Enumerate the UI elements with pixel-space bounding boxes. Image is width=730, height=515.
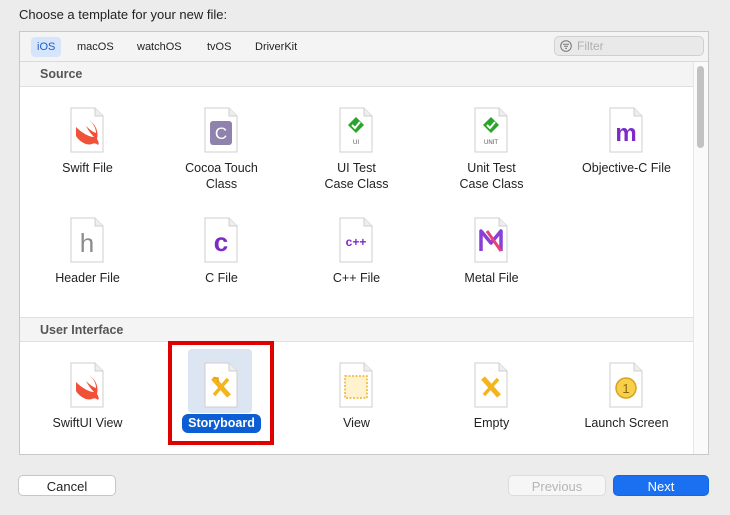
template-c-file[interactable]: c C File [154,207,289,312]
unit-glyph: UNIT [484,140,498,146]
cpp-file-icon: c++ [339,217,373,263]
launch-screen-icon: 1 [609,362,643,408]
c-glyph: c [214,227,228,257]
template-swiftui-view[interactable]: SwiftUI View [20,352,155,454]
cocoa-touch-glyph: C [215,124,227,143]
template-label: Empty [473,416,510,430]
template-label: Metal File [464,271,519,285]
section-header-source: Source [20,62,694,87]
swift-file-icon [70,107,104,153]
template-metal-file[interactable]: Metal File [424,207,559,312]
template-cpp-file[interactable]: c++ C++ File [289,207,424,312]
section-title-user-interface: User Interface [40,323,124,337]
objective-c-file-icon: m [609,107,643,153]
selection-annotation-box [168,341,274,445]
template-label: View [343,416,370,430]
c-file-icon: c [204,217,238,263]
section-header-user-interface: User Interface [20,317,694,342]
previous-button[interactable]: Previous [508,475,606,496]
template-label: Header File [55,271,120,285]
unit-test-case-icon: UNIT [474,107,508,153]
template-swift-file[interactable]: Swift File [20,97,155,202]
tab-macos[interactable]: macOS [71,37,120,57]
template-ui-test-case-class[interactable]: UI UI Test Case Class [289,97,424,202]
next-button[interactable]: Next [613,475,709,496]
cocoa-touch-class-icon: C [204,107,238,153]
template-objective-c-file[interactable]: m Objective-C File [559,97,694,202]
ui-glyph: UI [353,140,359,146]
launch-glyph: 1 [622,381,629,396]
empty-xib-icon [474,362,508,408]
template-label: Unit Test Case Class [459,161,524,191]
scrollbar-thumb[interactable] [697,66,704,148]
section-title-source: Source [40,67,83,81]
template-launch-screen[interactable]: 1 Launch Screen [559,352,694,454]
view-xib-icon [339,362,373,408]
template-label: Swift File [62,161,113,175]
template-label: UI Test Case Class [324,161,389,191]
template-label: Cocoa Touch Class [185,161,258,191]
platform-tab-bar: iOS macOS watchOS tvOS DriverKit Filter [20,32,708,62]
tab-tvos[interactable]: tvOS [201,37,237,57]
tab-watchos[interactable]: watchOS [131,37,188,57]
filter-icon [560,40,572,52]
dialog-title: Choose a template for your new file: [19,7,228,22]
ui-test-case-icon: UI [339,107,373,153]
tab-ios[interactable]: iOS [31,37,62,57]
template-header-file[interactable]: h Header File [20,207,155,312]
template-label: C File [205,271,238,285]
vertical-scrollbar[interactable] [693,62,708,454]
header-file-icon: h [70,217,104,263]
template-unit-test-case-class[interactable]: UNIT Unit Test Case Class [424,97,559,202]
template-label: Objective-C File [582,161,671,175]
template-chooser: iOS macOS watchOS tvOS DriverKit Filter … [19,31,709,455]
filter-input[interactable]: Filter [554,36,704,56]
cpp-glyph: c++ [346,235,367,249]
metal-file-icon [474,217,508,263]
template-label: SwiftUI View [52,416,123,430]
template-cocoa-touch-class[interactable]: C Cocoa Touch Class [154,97,289,202]
cancel-button[interactable]: Cancel [18,475,116,496]
header-glyph: h [80,228,94,258]
template-label: C++ File [332,271,381,285]
template-view[interactable]: View [289,352,424,454]
swiftui-view-icon [70,362,104,408]
tab-driverkit[interactable]: DriverKit [249,37,303,57]
filter-placeholder: Filter [577,39,604,53]
template-empty[interactable]: Empty [424,352,559,454]
objc-glyph: m [615,120,636,147]
template-label: Launch Screen [584,416,669,430]
